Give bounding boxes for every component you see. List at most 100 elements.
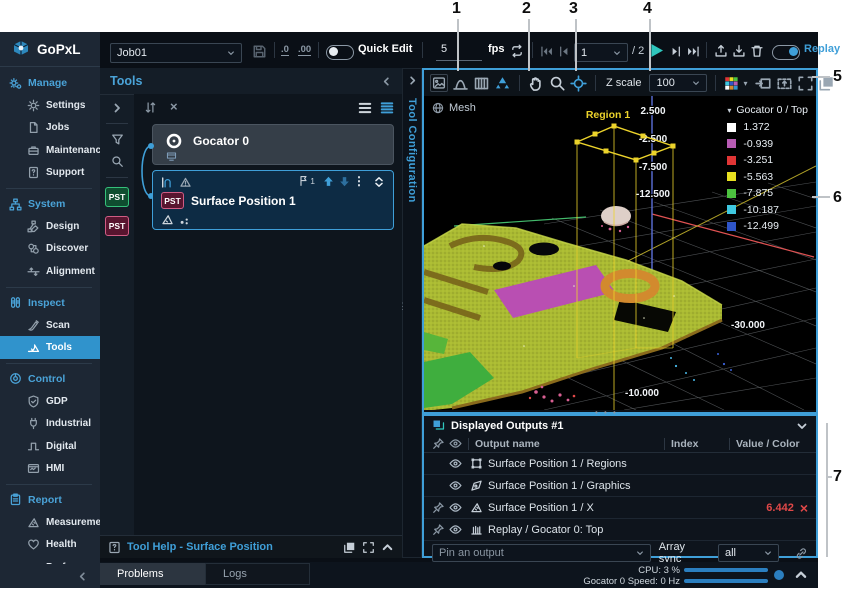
- decimal-decrease-icon[interactable]: .0: [281, 44, 289, 56]
- quick-edit-toggle[interactable]: [326, 45, 354, 60]
- skip-start-button[interactable]: [540, 45, 553, 58]
- tab-logs[interactable]: Logs: [205, 563, 310, 585]
- eye-icon[interactable]: [449, 501, 462, 514]
- fullscreen-icon[interactable]: [362, 541, 375, 554]
- output-row-regions[interactable]: Surface Position 1 / Regions: [424, 453, 816, 475]
- sidebar-section-manage[interactable]: Manage: [0, 72, 100, 94]
- next-frame-button[interactable]: [670, 45, 683, 58]
- array-sync-selector[interactable]: all: [718, 544, 779, 562]
- sidebar-section-control[interactable]: Control: [0, 368, 100, 390]
- surface-output-icon[interactable]: [166, 151, 177, 162]
- replay-toggle[interactable]: [772, 45, 800, 60]
- link-icon[interactable]: [795, 547, 808, 560]
- job-selector[interactable]: Job01: [110, 43, 242, 63]
- move-down-icon[interactable]: [338, 175, 351, 188]
- output-row-x-measurement[interactable]: Surface Position 1 / X 6.442 ×: [424, 497, 816, 519]
- profile-view-icon[interactable]: [452, 75, 469, 92]
- gocator-card[interactable]: Gocator 0: [152, 124, 394, 165]
- palette-icon[interactable]: [724, 76, 739, 91]
- sidebar-item-support[interactable]: Support: [0, 162, 100, 184]
- sidebar-item-industrial[interactable]: Industrial: [0, 412, 100, 434]
- prev-frame-button[interactable]: [557, 45, 570, 58]
- fps-input[interactable]: 5: [436, 43, 482, 61]
- surface-position-card[interactable]: 1 ⋮ PST Surface Position 1: [152, 170, 394, 230]
- trash-icon[interactable]: [750, 44, 764, 58]
- panel-resize-grip[interactable]: ⋮: [398, 304, 407, 308]
- sidebar-item-hmi[interactable]: HMI: [0, 457, 100, 479]
- import-icon[interactable]: [732, 44, 746, 58]
- eye-icon[interactable]: [449, 479, 462, 492]
- filter-icon[interactable]: [111, 133, 124, 146]
- sidebar-item-digital[interactable]: Digital: [0, 435, 100, 457]
- sidebar-section-system[interactable]: System: [0, 193, 100, 215]
- sidebar-item-scan[interactable]: Scan: [0, 314, 100, 336]
- sidebar-item-performance[interactable]: Performance: [0, 556, 100, 564]
- intensity-view-icon[interactable]: [430, 74, 448, 92]
- sidebar-item-alignment[interactable]: Alignment: [0, 260, 100, 282]
- tool-help-bar[interactable]: Tool Help - Surface Position: [100, 535, 402, 558]
- sidebar-item-health[interactable]: Health: [0, 533, 100, 555]
- pan-hand-icon[interactable]: [528, 75, 545, 92]
- sort-icon[interactable]: [144, 101, 157, 114]
- sidebar-item-tools[interactable]: Tools: [0, 336, 100, 358]
- snapshot-icon[interactable]: [776, 75, 793, 92]
- tab-problems[interactable]: Problems: [100, 563, 205, 585]
- pst-tool-badge-green[interactable]: PST: [105, 187, 129, 207]
- clear-selection-icon[interactable]: ×: [170, 99, 178, 114]
- measurement-output-icon[interactable]: [161, 213, 174, 226]
- legend-title-row[interactable]: ▾ Gocator 0 / Top: [727, 104, 808, 116]
- collapse-up-icon[interactable]: [381, 541, 394, 554]
- list-view-icon[interactable]: [358, 101, 372, 115]
- pin-icon[interactable]: [432, 523, 445, 536]
- sidebar-item-jobs[interactable]: Jobs: [0, 117, 100, 139]
- kebab-menu-icon[interactable]: ⋮: [353, 174, 365, 188]
- sidebar-item-gdp[interactable]: GDP: [0, 390, 100, 412]
- sidebar-item-maintenance[interactable]: Maintenance: [0, 139, 100, 161]
- uniform-view-icon[interactable]: [473, 75, 490, 92]
- sidebar-item-settings[interactable]: Settings: [0, 94, 100, 116]
- collapse-statusbar-icon[interactable]: [794, 568, 808, 582]
- pst-tool-badge-pink[interactable]: PST: [105, 216, 129, 236]
- expand-rail-icon[interactable]: [111, 102, 123, 114]
- pin-output-selector[interactable]: Pin an output: [432, 544, 651, 562]
- mesh-view-icon[interactable]: [494, 75, 511, 92]
- callout-line-3: [575, 19, 577, 71]
- loop-icon[interactable]: [510, 44, 524, 58]
- eye-icon[interactable]: [449, 457, 462, 470]
- sidebar-item-design[interactable]: Design: [0, 215, 100, 237]
- sidebar-item-measurements[interactable]: Measurements: [0, 511, 100, 533]
- save-job-button[interactable]: [252, 44, 267, 59]
- 3d-scene[interactable]: 2.500 -2.500 -7.500 -12.500 -30.000 -10.…: [424, 96, 816, 410]
- popout-icon[interactable]: [343, 541, 356, 554]
- info-icon[interactable]: [774, 570, 784, 580]
- decimal-increase-icon[interactable]: .00: [298, 44, 311, 56]
- pin-icon[interactable]: [432, 501, 445, 514]
- expand-config-icon[interactable]: [407, 75, 418, 86]
- data-output-icon[interactable]: [179, 215, 190, 226]
- discover-icon: [27, 242, 40, 255]
- fit-to-data-icon[interactable]: [755, 75, 772, 92]
- collapse-panel-icon[interactable]: [381, 76, 392, 87]
- palette-caret-icon[interactable]: ▾: [743, 79, 747, 88]
- collapse-card-icon[interactable]: [373, 176, 385, 188]
- sidebar-collapse[interactable]: [0, 564, 100, 588]
- sidebar-section-inspect[interactable]: Inspect: [0, 292, 100, 314]
- skip-end-button[interactable]: [687, 45, 700, 58]
- z-scale-selector[interactable]: 100: [649, 74, 707, 92]
- eye-icon[interactable]: [449, 523, 462, 536]
- sidebar-section-report[interactable]: Report: [0, 489, 100, 511]
- detail-view-icon[interactable]: [380, 101, 394, 115]
- output-row-graphics[interactable]: Surface Position 1 / Graphics: [424, 475, 816, 497]
- export-icon[interactable]: [714, 44, 728, 58]
- zoom-icon[interactable]: [549, 75, 566, 92]
- tool-configuration-tab[interactable]: Tool Configuration: [402, 68, 422, 558]
- orbit-icon[interactable]: [570, 75, 587, 92]
- output-row-replay-surface[interactable]: Replay / Gocator 0: Top: [424, 519, 816, 541]
- search-icon[interactable]: [111, 155, 124, 168]
- sidebar-item-discover[interactable]: Discover: [0, 238, 100, 260]
- viewport-splitter[interactable]: • • •: [595, 408, 618, 417]
- frame-selector[interactable]: 1: [574, 43, 628, 62]
- collapse-outputs-icon[interactable]: [796, 420, 808, 432]
- move-up-icon[interactable]: [322, 175, 335, 188]
- hmi-icon: [27, 462, 40, 475]
